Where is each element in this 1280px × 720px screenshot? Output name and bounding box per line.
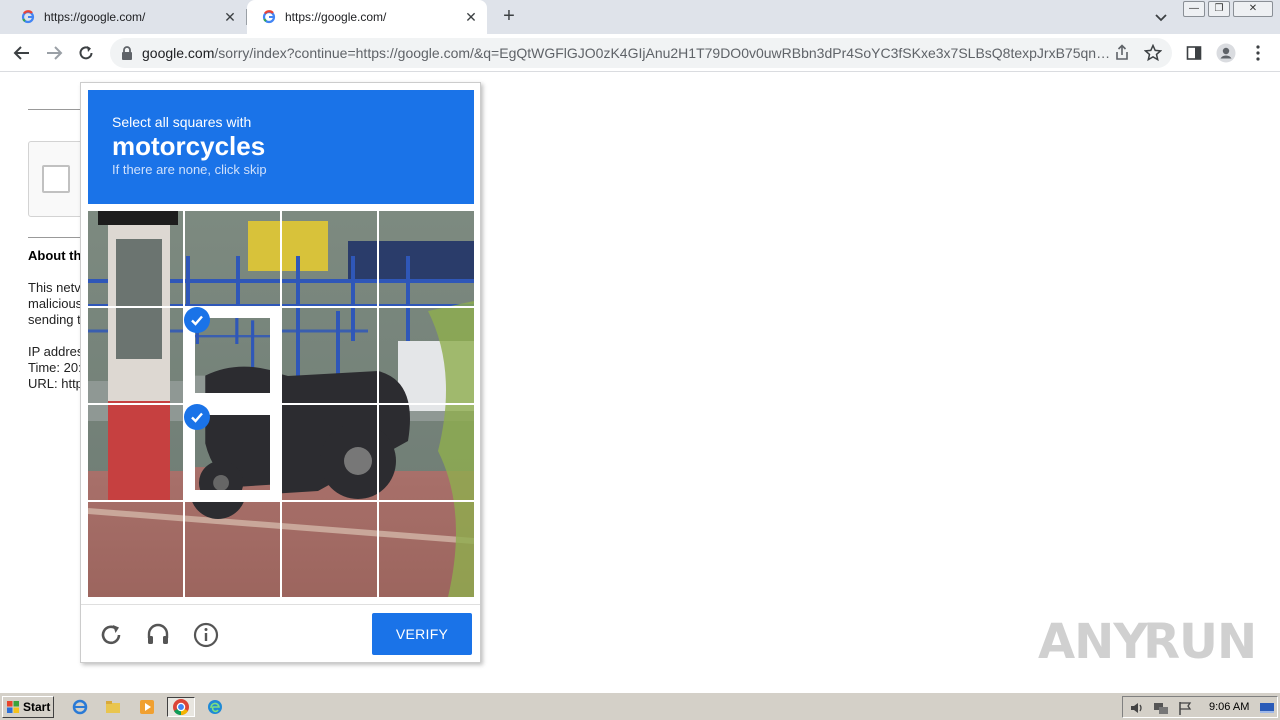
recaptcha-checkbox[interactable] [42, 165, 70, 193]
tile-thumbnail [195, 318, 270, 393]
page-text-line: sending t [28, 312, 81, 327]
watermark-text-left: ANY [1038, 614, 1148, 670]
captcha-instruction: Select all squares with [112, 114, 252, 130]
show-desktop-icon[interactable] [1259, 700, 1275, 716]
divider [28, 237, 88, 238]
tab-search-icon[interactable] [1152, 8, 1170, 26]
close-tab-icon[interactable]: ✕ [461, 9, 481, 26]
google-icon [261, 9, 277, 25]
menu-kebab-icon[interactable] [1248, 43, 1268, 63]
captcha-tile[interactable] [282, 211, 377, 306]
tile-thumbnail [195, 415, 270, 490]
tab-title: https://google.com/ [285, 10, 387, 24]
windows-logo-icon [7, 701, 19, 713]
info-icon[interactable] [192, 621, 220, 649]
footer-divider [81, 604, 480, 605]
google-icon [20, 9, 36, 25]
close-window-icon[interactable]: ✕ [1233, 1, 1273, 17]
page-text-line: malicious [28, 296, 83, 311]
share-icon[interactable] [1113, 44, 1131, 62]
captcha-tile[interactable] [184, 404, 280, 500]
start-label: Start [23, 700, 51, 714]
system-tray: 9:06 AM [1122, 696, 1278, 718]
edge-icon[interactable] [205, 697, 225, 717]
start-button[interactable]: Start [2, 696, 54, 718]
internet-explorer-icon[interactable] [70, 697, 90, 717]
tab-google-2[interactable]: https://google.com/ ✕ [247, 0, 487, 34]
captcha-tile[interactable] [379, 211, 474, 306]
reload-icon[interactable] [76, 43, 96, 63]
volume-icon[interactable] [1129, 700, 1145, 716]
captcha-tile[interactable] [88, 502, 183, 597]
divider [28, 109, 88, 110]
forward-icon[interactable] [44, 43, 64, 63]
captcha-target: motorcycles [112, 131, 266, 161]
captcha-tile[interactable] [185, 502, 280, 597]
verify-button[interactable]: VERIFY [372, 613, 472, 655]
taskbar: Start 9:06 AM [0, 692, 1280, 720]
captcha-tile[interactable] [379, 502, 474, 597]
captcha-tile[interactable] [88, 308, 183, 403]
captcha-header: Select all squares with motorcycles If t… [88, 90, 474, 204]
selected-check-icon [184, 307, 210, 333]
media-player-icon[interactable] [137, 697, 157, 717]
page-text-line: Time: 20: [28, 360, 82, 375]
chrome-taskbar-icon[interactable] [167, 697, 195, 717]
new-tab-button[interactable]: + [498, 5, 520, 27]
captcha-challenge: Select all squares with motorcycles If t… [80, 82, 481, 663]
tab-title: https://google.com/ [44, 10, 146, 24]
selected-check-icon [184, 404, 210, 430]
url-text[interactable]: google.com/sorry/index?continue=https://… [142, 45, 1114, 61]
minimize-icon[interactable]: — [1183, 1, 1205, 17]
tile-photo [195, 415, 270, 490]
captcha-grid [88, 211, 474, 597]
desktop: https://google.com/ ✕ https://google.com… [0, 0, 1280, 720]
audio-challenge-icon[interactable] [144, 621, 172, 649]
captcha-tile[interactable] [379, 308, 474, 403]
anyrun-watermark: ANY RUN [1038, 612, 1257, 672]
captcha-hint: If there are none, click skip [112, 162, 267, 177]
bookmark-star-icon[interactable] [1143, 43, 1163, 62]
captcha-tile[interactable] [282, 308, 377, 403]
profile-avatar-icon[interactable] [1216, 43, 1236, 63]
watermark-text-right: RUN [1143, 614, 1257, 670]
action-center-flag-icon[interactable] [1177, 700, 1193, 716]
restore-icon[interactable]: ❐ [1208, 1, 1230, 17]
side-panel-icon[interactable] [1184, 43, 1204, 63]
file-explorer-icon[interactable] [103, 697, 123, 717]
network-icon[interactable] [1153, 700, 1169, 716]
captcha-tile[interactable] [282, 502, 377, 597]
captcha-tile[interactable] [282, 405, 377, 500]
reload-challenge-icon[interactable] [97, 621, 125, 649]
browser-toolbar: google.com/sorry/index?continue=https://… [0, 34, 1280, 72]
tile-photo [195, 318, 270, 393]
recaptcha-widget [28, 141, 88, 217]
page-text-line: IP addres [28, 344, 84, 359]
back-icon[interactable] [12, 43, 32, 63]
captcha-tile[interactable] [184, 307, 280, 403]
captcha-tile[interactable] [185, 211, 280, 306]
page-text-line: URL: http [28, 376, 83, 391]
captcha-tile[interactable] [88, 405, 183, 500]
address-bar[interactable]: google.com/sorry/index?continue=https://… [110, 38, 1172, 68]
tab-strip: https://google.com/ ✕ https://google.com… [0, 0, 1280, 34]
captcha-tile[interactable] [379, 405, 474, 500]
close-tab-icon[interactable]: ✕ [220, 9, 240, 26]
lock-icon[interactable] [120, 45, 134, 61]
clock: 9:06 AM [1209, 701, 1250, 713]
about-heading: About th [28, 248, 82, 263]
tab-google-1[interactable]: https://google.com/ ✕ [0, 0, 246, 34]
captcha-tile[interactable] [88, 211, 183, 306]
page-text-line: This netv [28, 280, 81, 295]
